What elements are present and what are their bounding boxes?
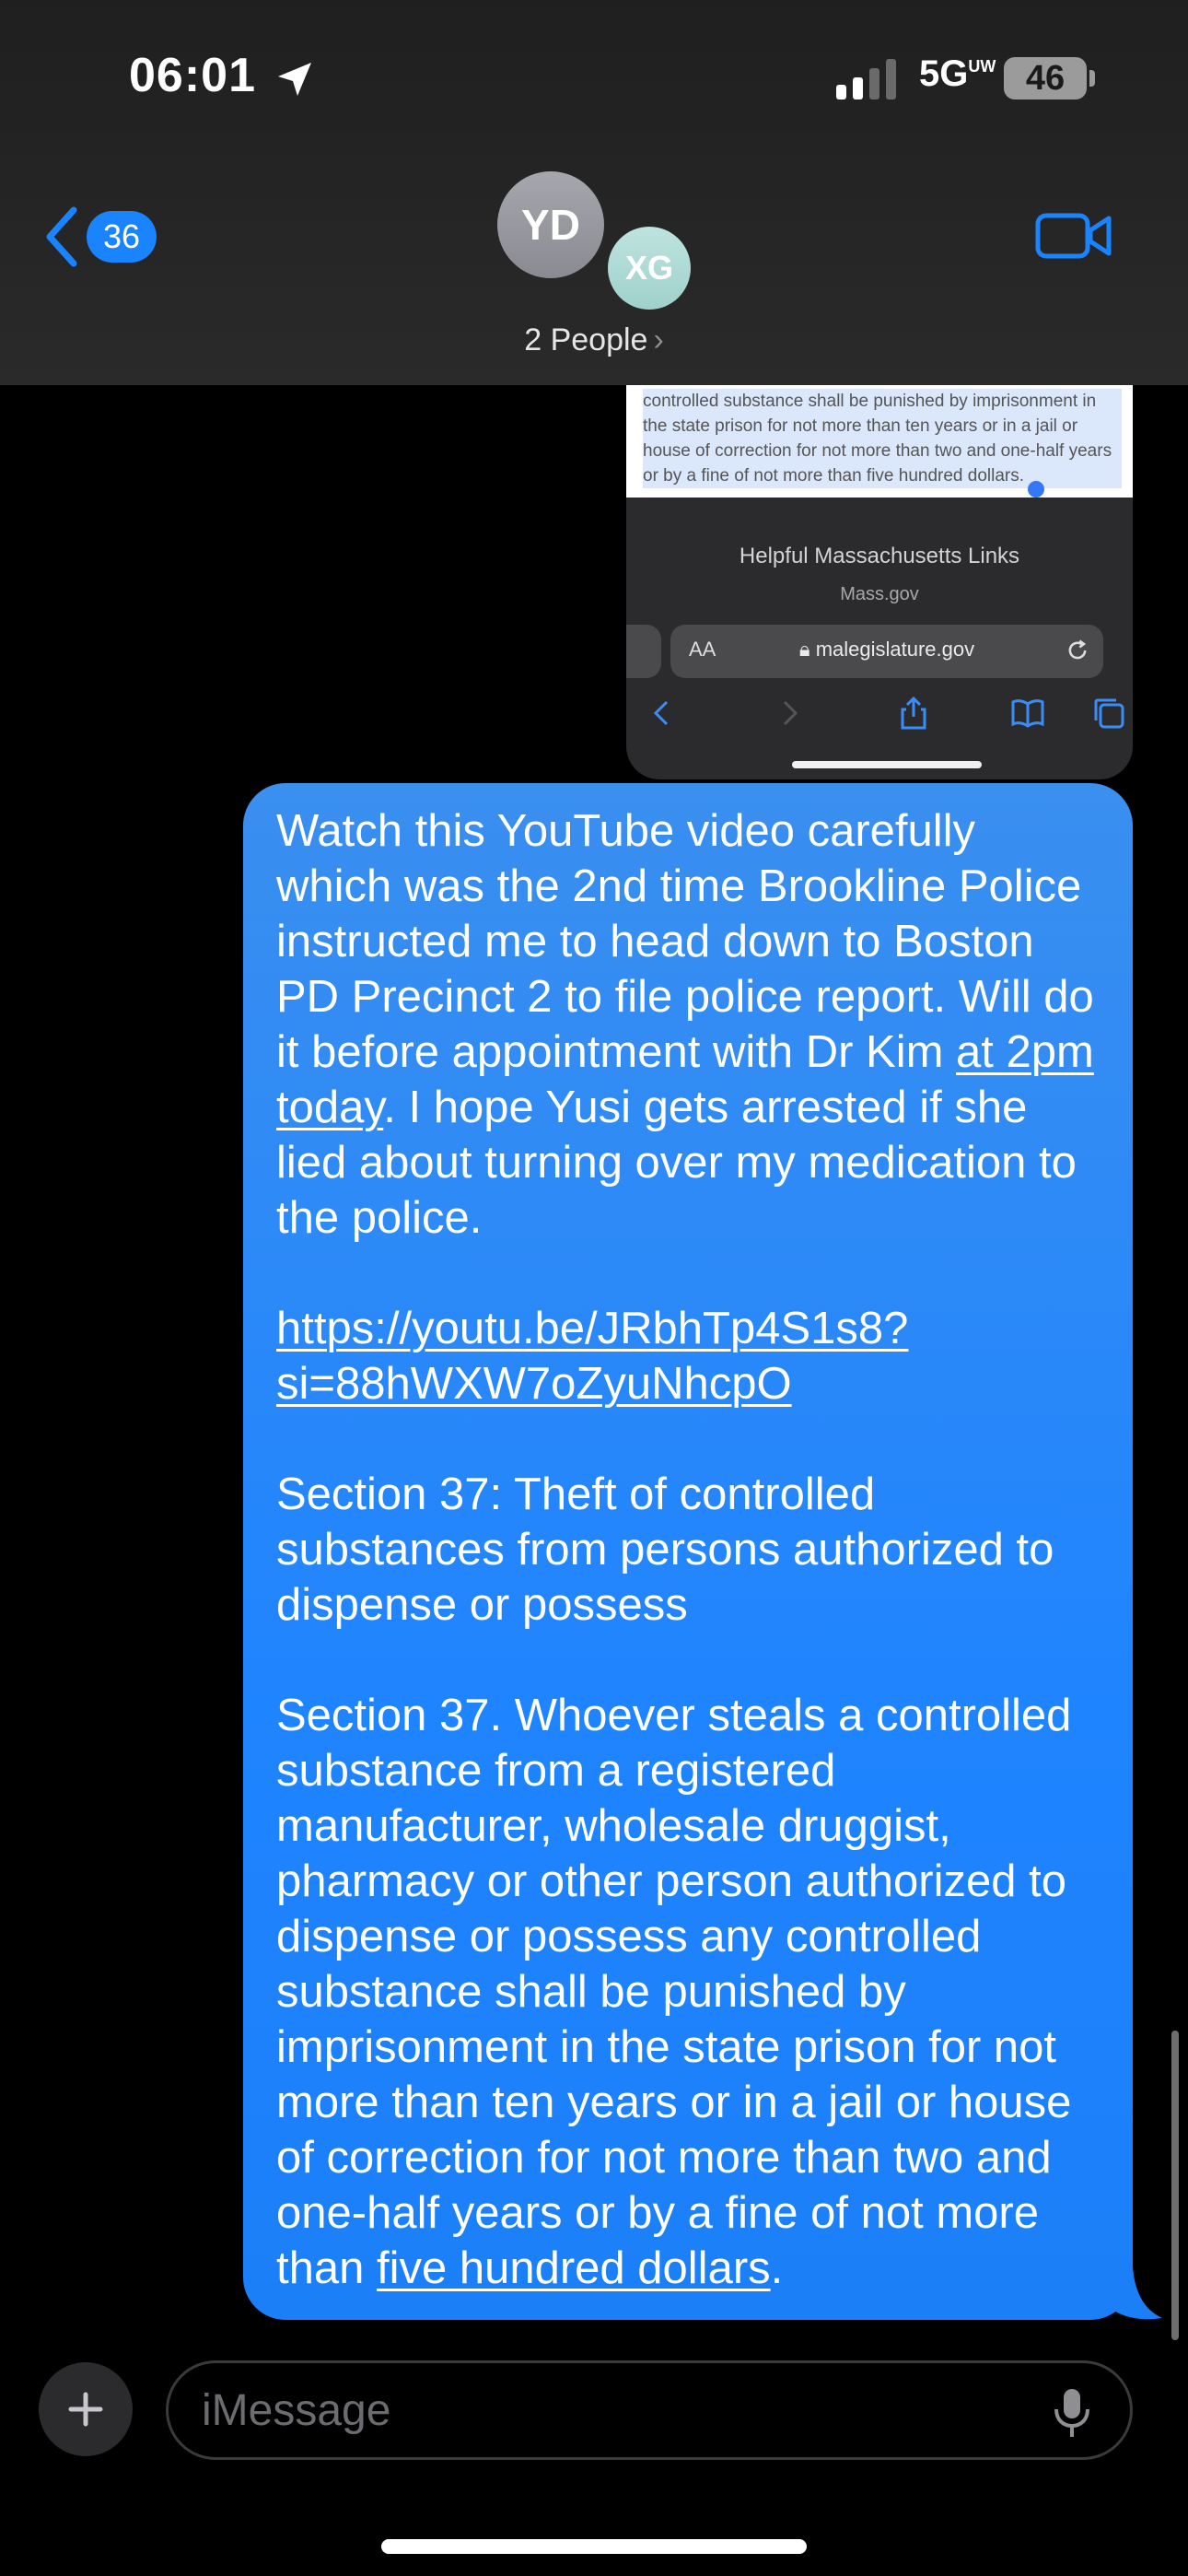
- selection-handle: [1028, 481, 1044, 498]
- group-title: 2 People: [524, 322, 648, 357]
- screenshot-address-bar: AA 🔒︎ malegislature.gov: [670, 625, 1103, 678]
- message-compose-field[interactable]: [166, 2360, 1133, 2460]
- youtube-link[interactable]: https://youtu.be/JRbhTp4S1s8?si=88hWXW7o…: [276, 1304, 908, 1409]
- battery-indicator: 46: [1004, 57, 1087, 100]
- message-text: .: [770, 2243, 784, 2293]
- network-uw: UW: [968, 57, 996, 76]
- network-type: 5GUW: [919, 53, 996, 94]
- group-details-button[interactable]: 2 People ›: [0, 322, 1188, 358]
- screenshot-attachment[interactable]: controlled substance shall be punished b…: [626, 385, 1133, 779]
- screenshot-prev-tab: [626, 625, 661, 678]
- screenshot-footer-subtitle: Mass.gov: [840, 584, 919, 604]
- tabs-icon: [1094, 698, 1124, 729]
- cellular-signal-icon: [836, 59, 896, 100]
- imessage-input[interactable]: [202, 2363, 1012, 2457]
- chevron-right-icon: ›: [653, 322, 664, 357]
- message-text: . I hope Yusi gets arrested if she lied …: [276, 1083, 1077, 1243]
- screenshot-url: 🔒︎ malegislature.gov: [670, 638, 1103, 662]
- location-arrow-icon: [278, 63, 311, 96]
- add-attachment-button[interactable]: [39, 2362, 133, 2456]
- message-paragraph: Watch this YouTube video carefully which…: [276, 803, 1100, 1246]
- forward-arrow-icon: [783, 700, 798, 726]
- screenshot-home-indicator: [792, 761, 982, 768]
- back-arrow-icon: [653, 700, 669, 726]
- facetime-video-icon[interactable]: [1035, 210, 1112, 262]
- battery-tip: [1089, 70, 1095, 87]
- chevron-left-icon: [46, 206, 77, 267]
- reload-icon: [1068, 639, 1087, 660]
- status-time: 06:01: [129, 49, 256, 102]
- doc-line: the state prison for not more than ten y…: [643, 414, 1122, 439]
- lock-icon: 🔒︎: [798, 638, 816, 661]
- message-paragraph: https://youtu.be/JRbhTp4S1s8?si=88hWXW7o…: [276, 1301, 1100, 1411]
- doc-line: controlled substance shall be punished b…: [643, 389, 1122, 414]
- doc-line: or by a fine of not more than five hundr…: [643, 463, 1122, 488]
- conversation-header: 06:01 5GUW 46 36 YD XG 2 People ›: [0, 0, 1188, 385]
- screenshot-document: controlled substance shall be punished b…: [626, 385, 1133, 498]
- message-paragraph: Section 37: Theft of controlled substanc…: [276, 1469, 1054, 1630]
- screenshot-toolbar: [626, 695, 1133, 750]
- screenshot-footer-title: Helpful Massachusetts Links: [739, 544, 1020, 568]
- bookmarks-icon: [1011, 699, 1044, 728]
- scroll-indicator[interactable]: [1171, 2031, 1179, 2340]
- home-indicator: [381, 2539, 807, 2554]
- bubble-tail: [1101, 2266, 1162, 2320]
- sent-message-bubble[interactable]: Watch this YouTube video carefully which…: [243, 783, 1133, 2320]
- avatar-yd[interactable]: YD: [497, 171, 604, 278]
- money-link[interactable]: five hundred dollars: [377, 2243, 771, 2293]
- url-text: malegislature.gov: [815, 638, 975, 661]
- unread-count-badge: 36: [87, 211, 157, 263]
- screenshot-document-text: controlled substance shall be punished b…: [643, 389, 1122, 488]
- message-text: Section 37. Whoever steals a controlled …: [276, 1691, 1072, 2293]
- microphone-icon[interactable]: [1051, 2387, 1093, 2439]
- plus-icon: [68, 2392, 103, 2427]
- avatar-xg[interactable]: XG: [608, 227, 691, 310]
- share-icon: [901, 696, 926, 730]
- doc-line: house of correction for not more than tw…: [643, 439, 1122, 463]
- message-paragraph: Section 37. Whoever steals a controlled …: [276, 1688, 1100, 2296]
- back-button[interactable]: 36: [41, 205, 157, 269]
